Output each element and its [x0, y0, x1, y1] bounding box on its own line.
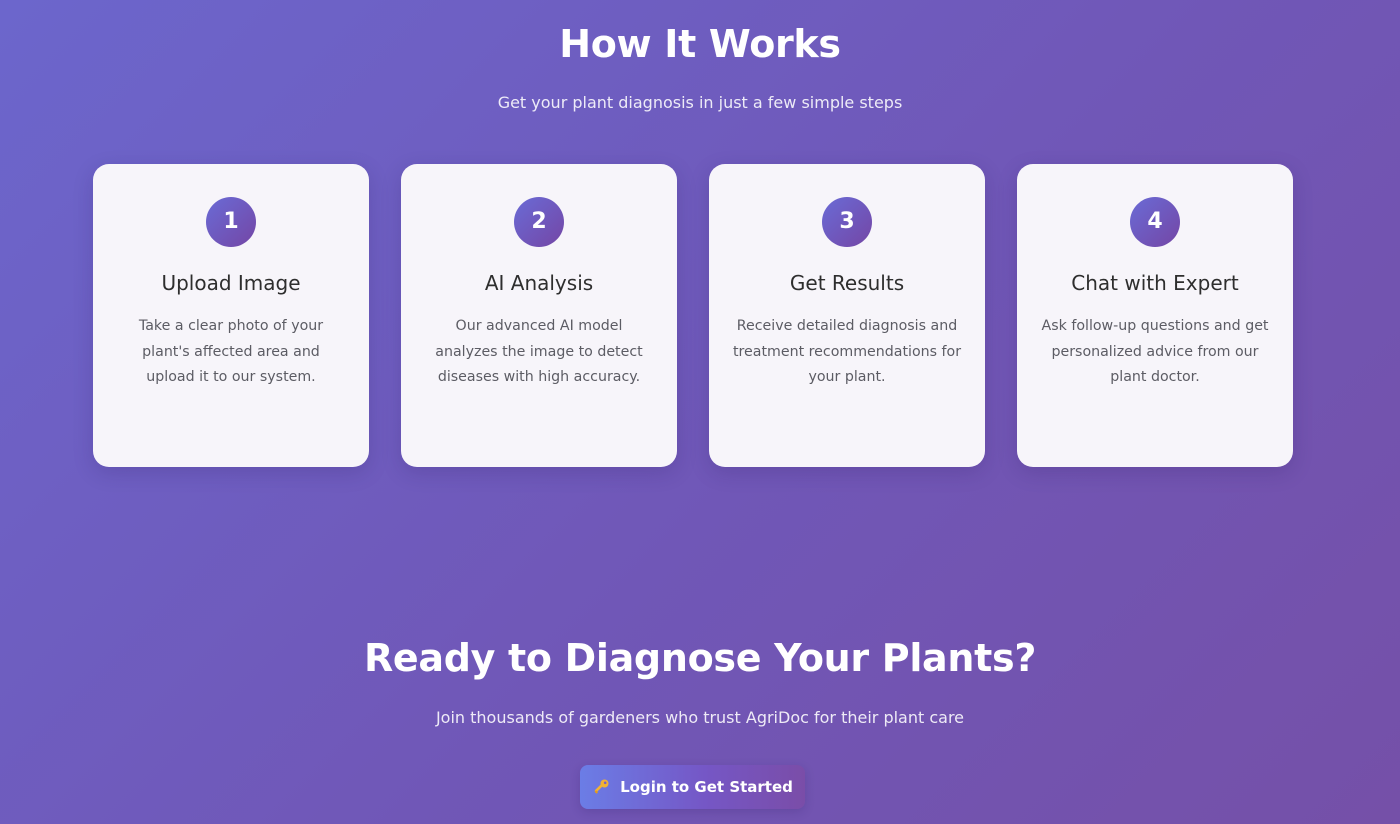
step-description: Take a clear photo of your plant's affec…: [138, 318, 324, 386]
step-card-upload-image: 1 Upload Image Take a clear photo of you…: [93, 164, 369, 467]
step-number-badge: 1: [206, 197, 256, 247]
steps-list: 1 Upload Image Take a clear photo of you…: [93, 164, 1293, 467]
key-icon: [592, 778, 610, 796]
step-card-chat-with-expert: 4 Chat with Expert Ask follow-up questio…: [1017, 164, 1293, 467]
cta-subtitle: Join thousands of gardeners who trust Ag…: [435, 708, 965, 727]
step-title: Chat with Expert: [1071, 271, 1239, 295]
login-button-label: Login to Get Started: [620, 778, 793, 796]
how-it-works-title: How It Works: [559, 22, 841, 66]
step-card-ai-analysis: 2 AI Analysis Our advanced AI model anal…: [401, 164, 677, 467]
login-to-get-started-button[interactable]: Login to Get Started: [580, 765, 805, 809]
cta-title: Ready to Diagnose Your Plants?: [363, 636, 1037, 680]
step-description: Ask follow-up questions and get personal…: [1041, 318, 1269, 386]
step-title: Get Results: [789, 271, 905, 295]
step-description: Receive detailed diagnosis and treatment…: [732, 318, 962, 386]
step-number-badge: 3: [822, 197, 872, 247]
step-title: Upload Image: [161, 271, 301, 295]
step-card-get-results: 3 Get Results Receive detailed diagnosis…: [709, 164, 985, 467]
how-it-works-subtitle: Get your plant diagnosis in just a few s…: [497, 93, 903, 112]
step-number-badge: 2: [514, 197, 564, 247]
step-description: Our advanced AI model analyzes the image…: [435, 318, 643, 386]
step-title: AI Analysis: [484, 271, 594, 295]
step-number-badge: 4: [1130, 197, 1180, 247]
